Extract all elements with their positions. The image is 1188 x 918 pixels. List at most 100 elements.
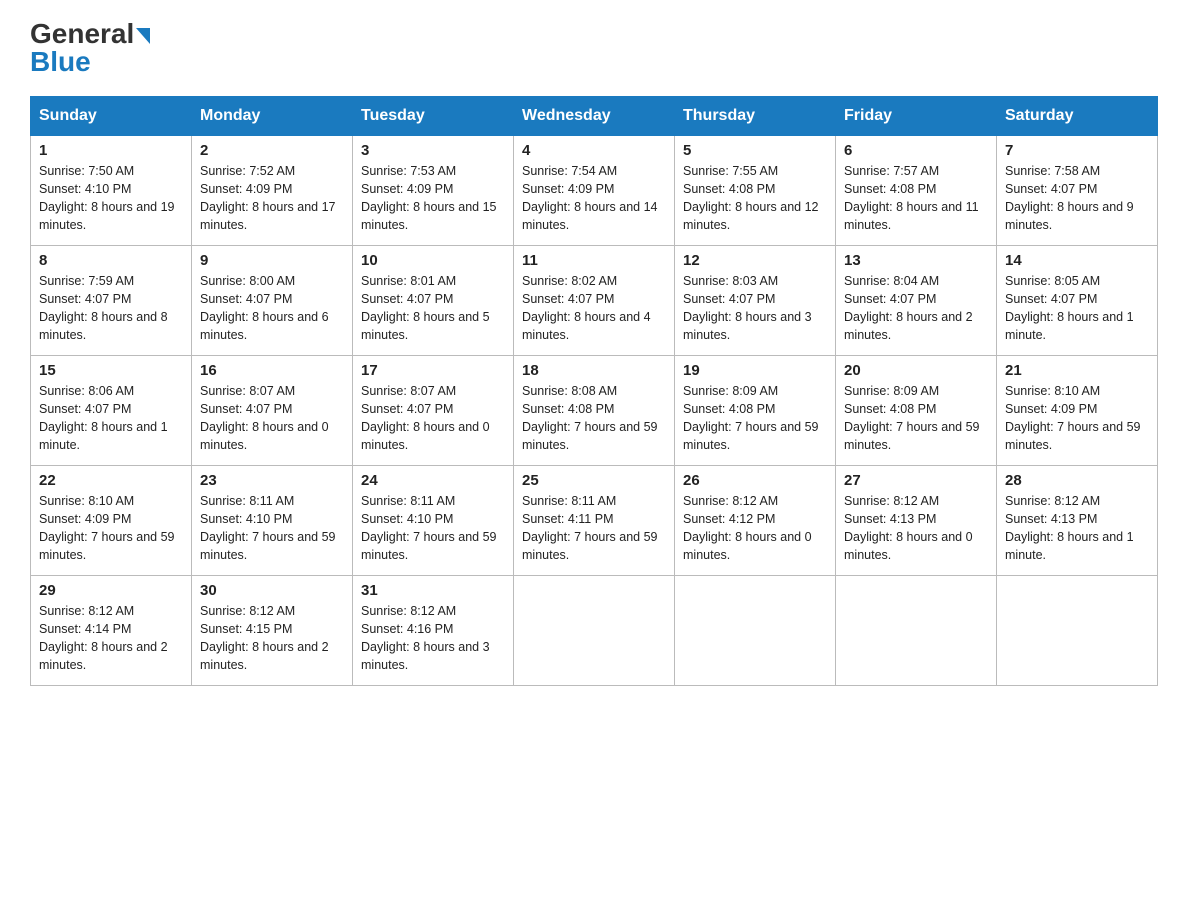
logo-arrow-icon bbox=[136, 28, 150, 44]
day-number: 31 bbox=[361, 582, 505, 599]
day-info: Sunrise: 8:07 AMSunset: 4:07 PMDaylight:… bbox=[361, 384, 490, 452]
calendar-cell: 24 Sunrise: 8:11 AMSunset: 4:10 PMDaylig… bbox=[353, 466, 514, 576]
day-number: 3 bbox=[361, 142, 505, 159]
calendar-cell: 4 Sunrise: 7:54 AMSunset: 4:09 PMDayligh… bbox=[514, 136, 675, 246]
calendar-header-monday: Monday bbox=[192, 97, 353, 136]
calendar-cell: 15 Sunrise: 8:06 AMSunset: 4:07 PMDaylig… bbox=[31, 356, 192, 466]
day-info: Sunrise: 8:12 AMSunset: 4:13 PMDaylight:… bbox=[1005, 494, 1134, 562]
day-number: 15 bbox=[39, 362, 183, 379]
day-info: Sunrise: 8:10 AMSunset: 4:09 PMDaylight:… bbox=[39, 494, 175, 562]
calendar-cell: 13 Sunrise: 8:04 AMSunset: 4:07 PMDaylig… bbox=[836, 246, 997, 356]
day-number: 19 bbox=[683, 362, 827, 379]
calendar-cell: 6 Sunrise: 7:57 AMSunset: 4:08 PMDayligh… bbox=[836, 136, 997, 246]
logo-blue-text: Blue bbox=[30, 48, 150, 76]
calendar-cell bbox=[836, 576, 997, 686]
calendar-cell: 1 Sunrise: 7:50 AMSunset: 4:10 PMDayligh… bbox=[31, 136, 192, 246]
day-info: Sunrise: 8:12 AMSunset: 4:16 PMDaylight:… bbox=[361, 604, 490, 672]
day-number: 2 bbox=[200, 142, 344, 159]
day-info: Sunrise: 8:06 AMSunset: 4:07 PMDaylight:… bbox=[39, 384, 168, 452]
calendar-cell: 16 Sunrise: 8:07 AMSunset: 4:07 PMDaylig… bbox=[192, 356, 353, 466]
calendar-cell: 14 Sunrise: 8:05 AMSunset: 4:07 PMDaylig… bbox=[997, 246, 1158, 356]
calendar-cell: 3 Sunrise: 7:53 AMSunset: 4:09 PMDayligh… bbox=[353, 136, 514, 246]
day-number: 11 bbox=[522, 252, 666, 269]
day-info: Sunrise: 8:02 AMSunset: 4:07 PMDaylight:… bbox=[522, 274, 651, 342]
day-info: Sunrise: 8:01 AMSunset: 4:07 PMDaylight:… bbox=[361, 274, 490, 342]
day-info: Sunrise: 8:08 AMSunset: 4:08 PMDaylight:… bbox=[522, 384, 658, 452]
calendar-header-wednesday: Wednesday bbox=[514, 97, 675, 136]
calendar-header-tuesday: Tuesday bbox=[353, 97, 514, 136]
day-info: Sunrise: 7:50 AMSunset: 4:10 PMDaylight:… bbox=[39, 164, 175, 232]
calendar-cell: 29 Sunrise: 8:12 AMSunset: 4:14 PMDaylig… bbox=[31, 576, 192, 686]
day-number: 7 bbox=[1005, 142, 1149, 159]
calendar-cell: 7 Sunrise: 7:58 AMSunset: 4:07 PMDayligh… bbox=[997, 136, 1158, 246]
day-info: Sunrise: 8:12 AMSunset: 4:15 PMDaylight:… bbox=[200, 604, 329, 672]
day-info: Sunrise: 7:52 AMSunset: 4:09 PMDaylight:… bbox=[200, 164, 336, 232]
day-info: Sunrise: 8:00 AMSunset: 4:07 PMDaylight:… bbox=[200, 274, 329, 342]
calendar-cell: 23 Sunrise: 8:11 AMSunset: 4:10 PMDaylig… bbox=[192, 466, 353, 576]
day-info: Sunrise: 8:12 AMSunset: 4:13 PMDaylight:… bbox=[844, 494, 973, 562]
calendar-cell: 5 Sunrise: 7:55 AMSunset: 4:08 PMDayligh… bbox=[675, 136, 836, 246]
calendar-cell: 21 Sunrise: 8:10 AMSunset: 4:09 PMDaylig… bbox=[997, 356, 1158, 466]
day-info: Sunrise: 8:03 AMSunset: 4:07 PMDaylight:… bbox=[683, 274, 812, 342]
calendar-cell bbox=[675, 576, 836, 686]
day-number: 5 bbox=[683, 142, 827, 159]
day-info: Sunrise: 7:58 AMSunset: 4:07 PMDaylight:… bbox=[1005, 164, 1134, 232]
day-number: 21 bbox=[1005, 362, 1149, 379]
calendar-header-friday: Friday bbox=[836, 97, 997, 136]
day-number: 30 bbox=[200, 582, 344, 599]
calendar-cell: 20 Sunrise: 8:09 AMSunset: 4:08 PMDaylig… bbox=[836, 356, 997, 466]
calendar-header-row: SundayMondayTuesdayWednesdayThursdayFrid… bbox=[31, 97, 1158, 136]
calendar-week-row: 1 Sunrise: 7:50 AMSunset: 4:10 PMDayligh… bbox=[31, 136, 1158, 246]
calendar-week-row: 22 Sunrise: 8:10 AMSunset: 4:09 PMDaylig… bbox=[31, 466, 1158, 576]
day-number: 25 bbox=[522, 472, 666, 489]
calendar-header-thursday: Thursday bbox=[675, 97, 836, 136]
calendar-cell: 18 Sunrise: 8:08 AMSunset: 4:08 PMDaylig… bbox=[514, 356, 675, 466]
calendar-cell: 30 Sunrise: 8:12 AMSunset: 4:15 PMDaylig… bbox=[192, 576, 353, 686]
day-info: Sunrise: 8:09 AMSunset: 4:08 PMDaylight:… bbox=[844, 384, 980, 452]
day-number: 1 bbox=[39, 142, 183, 159]
calendar-table: SundayMondayTuesdayWednesdayThursdayFrid… bbox=[30, 96, 1158, 686]
day-number: 20 bbox=[844, 362, 988, 379]
day-number: 24 bbox=[361, 472, 505, 489]
calendar-cell: 22 Sunrise: 8:10 AMSunset: 4:09 PMDaylig… bbox=[31, 466, 192, 576]
day-number: 18 bbox=[522, 362, 666, 379]
day-number: 10 bbox=[361, 252, 505, 269]
day-number: 23 bbox=[200, 472, 344, 489]
calendar-header-sunday: Sunday bbox=[31, 97, 192, 136]
day-number: 28 bbox=[1005, 472, 1149, 489]
day-number: 13 bbox=[844, 252, 988, 269]
page-header: General Blue bbox=[30, 20, 1158, 76]
calendar-week-row: 8 Sunrise: 7:59 AMSunset: 4:07 PMDayligh… bbox=[31, 246, 1158, 356]
day-info: Sunrise: 7:57 AMSunset: 4:08 PMDaylight:… bbox=[844, 164, 979, 232]
calendar-header-saturday: Saturday bbox=[997, 97, 1158, 136]
day-info: Sunrise: 8:05 AMSunset: 4:07 PMDaylight:… bbox=[1005, 274, 1134, 342]
day-info: Sunrise: 8:10 AMSunset: 4:09 PMDaylight:… bbox=[1005, 384, 1141, 452]
day-info: Sunrise: 7:53 AMSunset: 4:09 PMDaylight:… bbox=[361, 164, 497, 232]
day-number: 9 bbox=[200, 252, 344, 269]
day-info: Sunrise: 8:12 AMSunset: 4:12 PMDaylight:… bbox=[683, 494, 812, 562]
logo-general-text: General bbox=[30, 18, 134, 49]
calendar-cell: 9 Sunrise: 8:00 AMSunset: 4:07 PMDayligh… bbox=[192, 246, 353, 356]
day-info: Sunrise: 8:09 AMSunset: 4:08 PMDaylight:… bbox=[683, 384, 819, 452]
day-number: 17 bbox=[361, 362, 505, 379]
calendar-cell: 12 Sunrise: 8:03 AMSunset: 4:07 PMDaylig… bbox=[675, 246, 836, 356]
calendar-cell: 25 Sunrise: 8:11 AMSunset: 4:11 PMDaylig… bbox=[514, 466, 675, 576]
day-info: Sunrise: 8:04 AMSunset: 4:07 PMDaylight:… bbox=[844, 274, 973, 342]
day-info: Sunrise: 8:07 AMSunset: 4:07 PMDaylight:… bbox=[200, 384, 329, 452]
day-number: 4 bbox=[522, 142, 666, 159]
day-info: Sunrise: 8:11 AMSunset: 4:10 PMDaylight:… bbox=[200, 494, 336, 562]
calendar-cell: 17 Sunrise: 8:07 AMSunset: 4:07 PMDaylig… bbox=[353, 356, 514, 466]
day-number: 6 bbox=[844, 142, 988, 159]
calendar-week-row: 15 Sunrise: 8:06 AMSunset: 4:07 PMDaylig… bbox=[31, 356, 1158, 466]
day-info: Sunrise: 8:12 AMSunset: 4:14 PMDaylight:… bbox=[39, 604, 168, 672]
day-number: 22 bbox=[39, 472, 183, 489]
day-info: Sunrise: 7:59 AMSunset: 4:07 PMDaylight:… bbox=[39, 274, 168, 342]
day-number: 27 bbox=[844, 472, 988, 489]
day-number: 12 bbox=[683, 252, 827, 269]
calendar-week-row: 29 Sunrise: 8:12 AMSunset: 4:14 PMDaylig… bbox=[31, 576, 1158, 686]
day-number: 29 bbox=[39, 582, 183, 599]
day-number: 8 bbox=[39, 252, 183, 269]
day-info: Sunrise: 8:11 AMSunset: 4:11 PMDaylight:… bbox=[522, 494, 658, 562]
calendar-cell: 26 Sunrise: 8:12 AMSunset: 4:12 PMDaylig… bbox=[675, 466, 836, 576]
calendar-cell: 10 Sunrise: 8:01 AMSunset: 4:07 PMDaylig… bbox=[353, 246, 514, 356]
